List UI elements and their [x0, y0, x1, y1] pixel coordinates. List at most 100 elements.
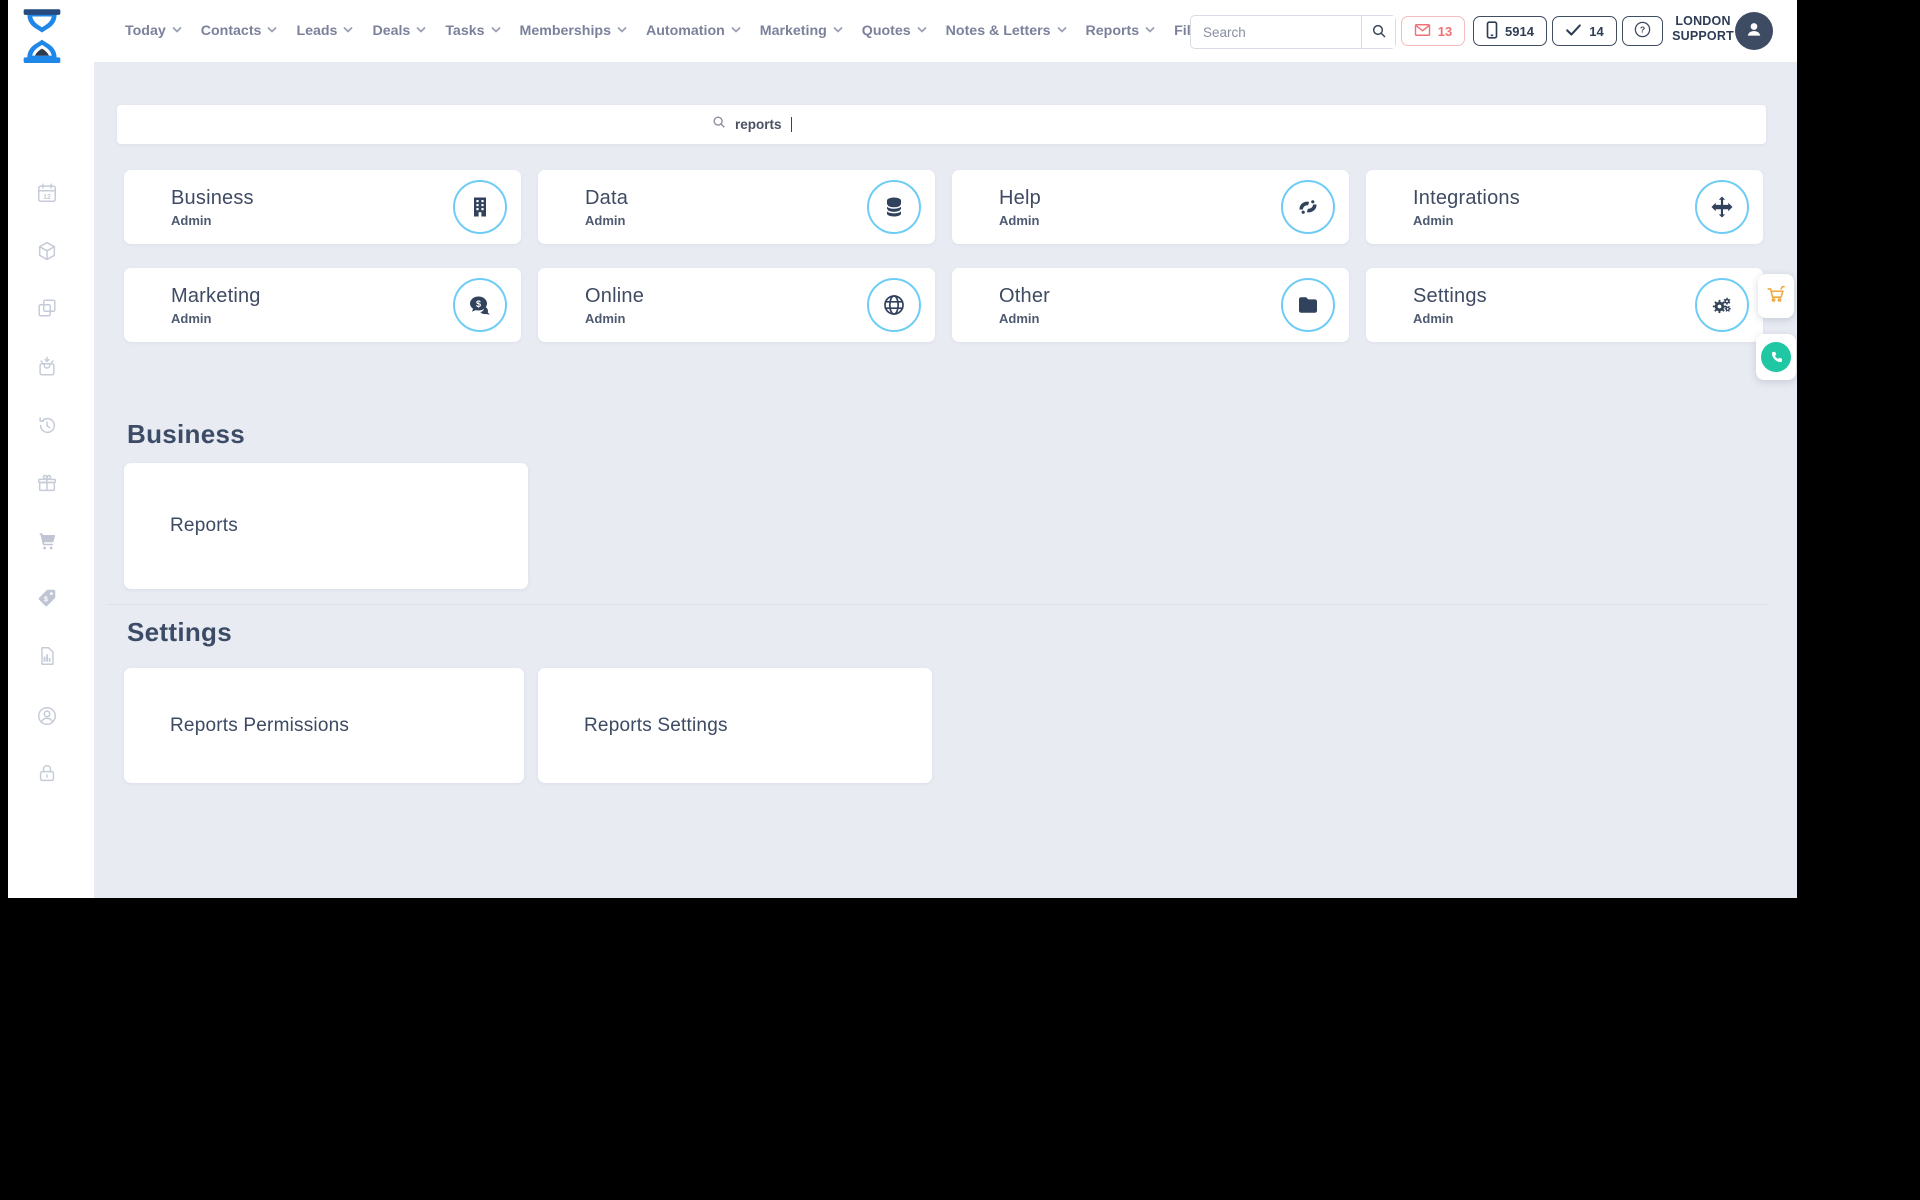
nav-item-label: Quotes	[861, 23, 911, 39]
section-heading-settings: Settings	[127, 617, 232, 647]
building-icon	[453, 180, 507, 234]
category-card-integrations[interactable]: Integrations Admin	[1366, 170, 1763, 244]
sidebar-bag-arrow-down-icon[interactable]	[36, 356, 58, 378]
svg-text:$: $	[44, 596, 48, 603]
sidebar-padlock-icon[interactable]	[36, 762, 58, 784]
nav-item-label: Marketing	[759, 23, 827, 39]
category-card-other[interactable]: Other Admin	[952, 268, 1349, 342]
folder-icon	[1281, 278, 1335, 332]
envelope-icon	[1414, 23, 1431, 40]
category-grid: Business Admin Data Admin Help Admin Int…	[124, 170, 1763, 342]
tasks-badge[interactable]: 14	[1552, 16, 1617, 46]
result-card-label: Reports Permissions	[170, 714, 350, 736]
nav-item-label: Tasks	[445, 23, 485, 39]
main-nav: Today Contacts Leads Deals Tasks Memberships A…	[125, 0, 1206, 62]
svg-text:$: $	[476, 299, 481, 309]
mobile-phone-icon	[1486, 20, 1498, 42]
messages-badge[interactable]: 13	[1401, 16, 1465, 46]
nav-item-deals[interactable]: Deals	[372, 23, 426, 39]
account-name: LONDON SUPPORT	[1670, 14, 1736, 44]
result-card-label: Reports	[170, 515, 238, 536]
chevron-down-icon	[416, 23, 426, 39]
nav-item-notes-letters[interactable]: Notes & Letters	[946, 23, 1067, 39]
calls-badge[interactable]: 5914	[1473, 16, 1547, 46]
module-search-value: reports	[735, 117, 782, 132]
app-logo-hourglass-icon[interactable]	[20, 8, 64, 63]
shopping-cart-icon	[1765, 283, 1787, 310]
chevron-down-icon	[1145, 23, 1155, 39]
nav-item-today[interactable]: Today	[125, 23, 182, 39]
search-icon	[712, 115, 726, 134]
sidebar-gift-icon[interactable]	[36, 472, 58, 494]
sidebar-history-clock-icon[interactable]	[36, 414, 58, 436]
whatsapp-float-button[interactable]	[1756, 334, 1796, 380]
person-icon	[1744, 19, 1764, 44]
sidebar-price-tag-icon[interactable]: $	[36, 587, 58, 609]
nav-item-memberships[interactable]: Memberships	[520, 23, 627, 39]
chevron-down-icon	[617, 23, 627, 39]
nav-item-marketing[interactable]: Marketing	[760, 23, 843, 39]
user-avatar[interactable]	[1735, 12, 1773, 50]
nav-item-quotes[interactable]: Quotes	[862, 23, 927, 39]
whatsapp-phone-icon	[1761, 342, 1791, 372]
result-card-reports-settings[interactable]: Reports Settings	[538, 668, 932, 783]
chevron-down-icon	[343, 23, 353, 39]
globe-icon	[867, 278, 921, 332]
top-header: Today Contacts Leads Deals Tasks Memberships A…	[8, 0, 1797, 63]
nav-item-label: Today	[125, 23, 166, 39]
nav-item-label: Automation	[645, 23, 725, 39]
database-icon	[867, 180, 921, 234]
chevron-down-icon	[731, 23, 741, 39]
sidebar-calendar-12-icon[interactable]: 12	[36, 182, 58, 204]
tasks-count: 14	[1589, 23, 1604, 39]
search-icon	[1371, 23, 1387, 42]
check-icon	[1565, 23, 1582, 40]
app-window: Today Contacts Leads Deals Tasks Memberships A…	[8, 0, 1797, 898]
category-card-online[interactable]: Online Admin	[538, 268, 935, 342]
section-divider	[108, 604, 1768, 605]
result-card-label: Reports Settings	[584, 714, 728, 736]
sidebar-shopping-cart-icon[interactable]	[36, 530, 58, 552]
chevron-down-icon	[267, 23, 277, 39]
nav-item-leads[interactable]: Leads	[296, 23, 353, 39]
nav-item-label: Leads	[296, 23, 338, 39]
result-card-reports-permissions[interactable]: Reports Permissions	[124, 668, 524, 783]
nav-item-tasks[interactable]: Tasks	[445, 23, 500, 39]
chevron-down-icon	[172, 23, 182, 39]
chevron-down-icon	[917, 23, 927, 39]
sidebar-bar-chart-icon[interactable]	[36, 645, 58, 667]
arrows-move-icon	[1695, 180, 1749, 234]
header-search-button[interactable]	[1361, 16, 1395, 48]
nav-item-label: Contacts	[200, 23, 262, 39]
nav-item-label: Memberships	[519, 23, 611, 39]
module-search-bar[interactable]: reports	[117, 105, 1766, 144]
category-card-marketing[interactable]: Marketing Admin $	[124, 268, 521, 342]
messages-count: 13	[1437, 23, 1453, 39]
sidebar-cube-icon[interactable]	[36, 240, 58, 262]
chevron-down-icon	[833, 23, 843, 39]
cart-float-button[interactable]	[1758, 274, 1794, 318]
help-badge[interactable]: ?	[1622, 16, 1663, 46]
hands-helping-icon	[1281, 180, 1335, 234]
chevron-down-icon	[1057, 23, 1067, 39]
header-search-input[interactable]	[1191, 16, 1361, 48]
sidebar-copy-icon[interactable]	[36, 297, 58, 319]
calls-count: 5914	[1505, 23, 1534, 39]
nav-item-automation[interactable]: Automation	[646, 23, 741, 39]
nav-item-contacts[interactable]: Contacts	[201, 23, 278, 39]
category-card-business[interactable]: Business Admin	[124, 170, 521, 244]
svg-text:12: 12	[43, 194, 51, 201]
icon-sidebar: 12 $	[8, 62, 94, 898]
text-cursor	[790, 117, 792, 132]
question-icon: ?	[1633, 20, 1652, 42]
category-card-help[interactable]: Help Admin	[952, 170, 1349, 244]
category-card-settings[interactable]: Settings Admin	[1366, 268, 1763, 342]
sidebar-person-circle-icon[interactable]	[36, 705, 58, 727]
nav-item-reports[interactable]: Reports	[1086, 23, 1156, 39]
nav-item-label: Deals	[372, 23, 411, 39]
result-card-reports[interactable]: Reports	[124, 463, 528, 589]
nav-item-label: Notes & Letters	[945, 23, 1051, 39]
account-name-line2: SUPPORT	[1672, 29, 1734, 43]
category-card-data[interactable]: Data Admin	[538, 170, 935, 244]
comment-dollar-icon: $	[453, 278, 507, 332]
